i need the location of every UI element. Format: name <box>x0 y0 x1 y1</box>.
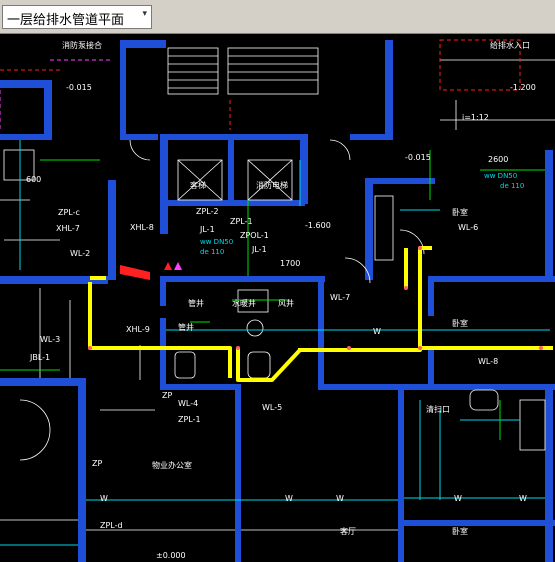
room-bedroom-label: 卧室 <box>452 207 468 217</box>
room-living-label: 客厅 <box>340 526 356 536</box>
dim-600-label: 600 <box>26 175 41 184</box>
jl-1a-label: JL-1 <box>199 225 215 234</box>
cad-drawing-canvas[interactable]: -0.015 -1.200 -0.015 i=1:12 600 2600 170… <box>0 34 555 562</box>
w-4-label: W <box>373 327 381 336</box>
zpl-1a-label: ZPL-1 <box>230 217 253 226</box>
elev-1600-label: -1.600 <box>305 221 331 230</box>
xhl-8-label: XHL-8 <box>130 223 154 232</box>
layer-dropdown[interactable]: 一层给排水管道平面 ▾ <box>2 5 152 29</box>
wl-6-label: WL-6 <box>458 223 478 232</box>
jbl-1-label: JBL-1 <box>29 353 50 362</box>
de-label-right: de 110 <box>500 182 524 190</box>
room-pipe4-label: 管井 <box>178 322 194 332</box>
zpl-d-label: ZPL-d <box>100 521 123 530</box>
w-3-label: W <box>336 494 344 503</box>
zpol-1-label: ZPOL-1 <box>240 231 269 240</box>
room-bedroom-r-label: 卧室 <box>452 318 468 328</box>
zpl-2-label: ZPL-2 <box>196 207 219 216</box>
room-property-label: 物业办公室 <box>152 460 192 470</box>
zpl-c-label: ZPL-c <box>58 208 80 217</box>
room-bedroom-r2-label: 卧室 <box>452 526 468 536</box>
zp-b-label: ZP <box>92 459 102 468</box>
elev-zero-label: ±0.000 <box>156 551 186 560</box>
dim-1700-label: 1700 <box>280 259 300 268</box>
wl-2-label: WL-2 <box>70 249 90 258</box>
elev-eq2-label: 消防电梯 <box>256 180 288 190</box>
dim-2600-label: 2600 <box>488 155 508 164</box>
elev-left-label: -0.015 <box>66 83 92 92</box>
w-1-label: W <box>100 494 108 503</box>
chevron-down-icon[interactable]: ▾ <box>142 9 147 19</box>
room-pipe3-label: 风井 <box>278 298 294 308</box>
wl-8-label: WL-8 <box>478 357 498 366</box>
w-5-label: W <box>454 494 462 503</box>
layer-toolbar: 一层给排水管道平面 ▾ <box>0 0 555 34</box>
elev-eq1-label: 客梯 <box>190 180 206 190</box>
wl-4-label: WL-4 <box>178 399 198 408</box>
kitchen-label: 清扫口 <box>426 404 450 414</box>
zpl-1b-label: ZPL-1 <box>178 415 201 424</box>
room-pipe1-label: 管井 <box>188 298 204 308</box>
wl-5-label: WL-5 <box>262 403 282 412</box>
slope-label: i=1:12 <box>462 113 489 122</box>
xhl-9-label: XHL-9 <box>126 325 150 334</box>
w-2-label: W <box>285 494 293 503</box>
jl-1b-label: JL-1 <box>251 245 267 254</box>
fire-label: 给排水入口 <box>490 40 530 50</box>
room-pipe2-label: 水暖井 <box>232 298 256 308</box>
elev-right-top-label: -1.200 <box>510 83 536 92</box>
de-label: de 110 <box>200 248 224 256</box>
ww-label: ww DN50 <box>200 238 233 246</box>
pump-label: 消防泵接合 <box>62 40 102 50</box>
layer-dropdown-value: 一层给排水管道平面 <box>7 13 125 28</box>
ww-label-right: ww DN50 <box>484 172 517 180</box>
xhl-7-label: XHL-7 <box>56 224 80 233</box>
w-6-label: W <box>519 494 527 503</box>
zp-a-label: ZP <box>162 391 172 400</box>
wl-7-label: WL-7 <box>330 293 350 302</box>
wl-3-label: WL-3 <box>40 335 60 344</box>
elev-mid-label: -0.015 <box>405 153 431 162</box>
